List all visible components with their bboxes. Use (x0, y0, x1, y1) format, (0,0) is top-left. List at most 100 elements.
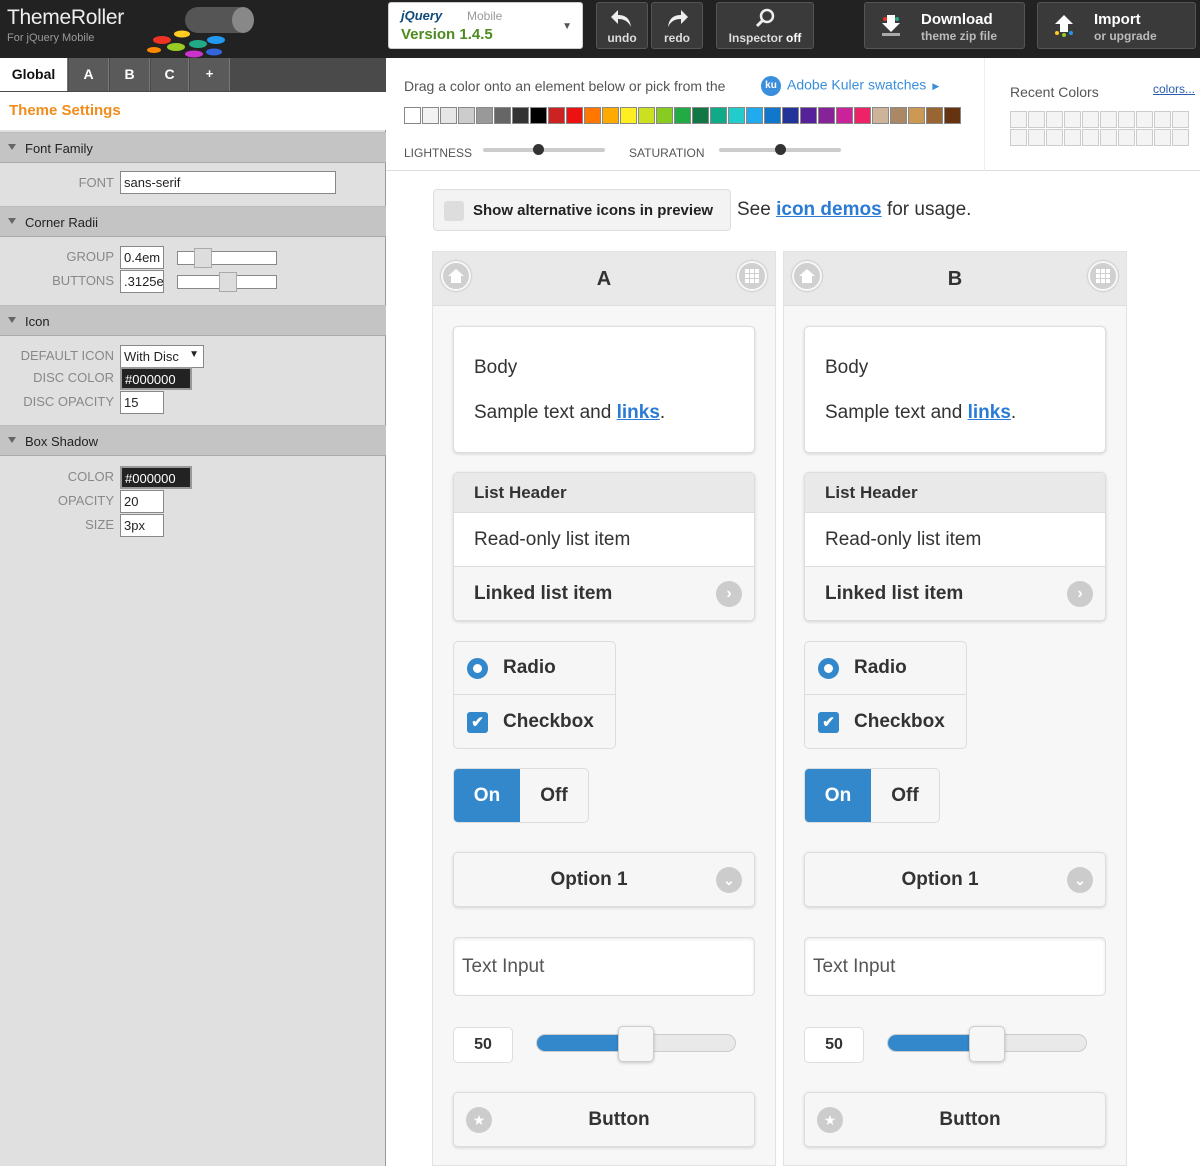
color-swatch[interactable] (908, 107, 925, 124)
recent-color-slot[interactable] (1118, 129, 1135, 146)
color-swatch[interactable] (674, 107, 691, 124)
download-button[interactable]: Download theme zip file (864, 2, 1025, 49)
color-swatch[interactable] (656, 107, 673, 124)
color-swatch[interactable] (458, 107, 475, 124)
color-swatch[interactable] (764, 107, 781, 124)
group-slider[interactable] (177, 248, 277, 268)
color-swatch[interactable] (584, 107, 601, 124)
slider-handle[interactable] (194, 248, 212, 268)
tab-c[interactable]: C (151, 58, 189, 91)
flip-on[interactable]: On (805, 769, 871, 822)
app-logo[interactable]: ThemeRoller For jQuery Mobile (7, 6, 124, 44)
alt-icons-checkbox[interactable] (444, 201, 464, 221)
version-select[interactable]: jQuery Mobile Version 1.4.5 ▼ (388, 2, 583, 49)
radio-selected-icon[interactable] (818, 658, 839, 679)
section-corner-radii[interactable]: Corner Radii (0, 206, 386, 237)
grid-icon[interactable] (737, 261, 767, 291)
radio-selected-icon[interactable] (467, 658, 488, 679)
text-input[interactable]: Text Input (453, 937, 755, 996)
color-swatch[interactable] (836, 107, 853, 124)
color-swatch[interactable] (638, 107, 655, 124)
preview-button[interactable]: ★ Button (453, 1092, 755, 1147)
recent-color-slot[interactable] (1154, 111, 1171, 128)
slider-handle[interactable] (618, 1026, 654, 1062)
checkbox-option[interactable]: ✔ Checkbox (805, 696, 966, 749)
color-swatch[interactable] (422, 107, 439, 124)
buttons-input[interactable]: .3125em (120, 270, 164, 293)
slider-value-input[interactable]: 50 (453, 1027, 513, 1063)
radio-option[interactable]: Radio (454, 642, 615, 695)
shadow-opacity-input[interactable]: 20 (120, 490, 164, 513)
color-swatch[interactable] (548, 107, 565, 124)
recent-color-slot[interactable] (1172, 129, 1189, 146)
links-link[interactable]: links (968, 402, 1011, 423)
lightness-slider[interactable] (483, 148, 605, 152)
color-swatch[interactable] (566, 107, 583, 124)
flip-off[interactable]: Off (871, 769, 939, 822)
section-box-shadow[interactable]: Box Shadow (0, 425, 386, 456)
recent-color-slot[interactable] (1046, 111, 1063, 128)
checkbox-option[interactable]: ✔ Checkbox (454, 696, 615, 749)
flip-on[interactable]: On (454, 769, 520, 822)
tab-b[interactable]: B (110, 58, 150, 91)
recent-color-slot[interactable] (1154, 129, 1171, 146)
radio-option[interactable]: Radio (805, 642, 966, 695)
color-swatch[interactable] (494, 107, 511, 124)
color-swatch[interactable] (620, 107, 637, 124)
recent-color-slot[interactable] (1082, 111, 1099, 128)
section-icon[interactable]: Icon (0, 305, 386, 336)
range-slider[interactable] (536, 1026, 736, 1062)
recent-color-slot[interactable] (1100, 111, 1117, 128)
recent-color-slot[interactable] (1046, 129, 1063, 146)
slider-value-input[interactable]: 50 (804, 1027, 864, 1063)
range-slider[interactable] (887, 1026, 1087, 1062)
links-link[interactable]: links (617, 402, 660, 423)
lightness-knob[interactable] (533, 144, 544, 155)
color-swatch[interactable] (710, 107, 727, 124)
buttons-slider[interactable] (177, 272, 277, 292)
font-input[interactable]: sans-serif (120, 171, 336, 194)
slider-handle[interactable] (969, 1026, 1005, 1062)
recent-color-slot[interactable] (1082, 129, 1099, 146)
linked-list-item[interactable]: Linked list item › (454, 567, 754, 620)
recent-color-slot[interactable] (1136, 129, 1153, 146)
section-font-family[interactable]: Font Family (0, 132, 386, 163)
redo-button[interactable]: redo (651, 2, 703, 49)
color-swatch[interactable] (782, 107, 799, 124)
shadow-size-input[interactable]: 3px (120, 514, 164, 537)
color-swatch[interactable] (440, 107, 457, 124)
disc-color-input[interactable]: #000000 (120, 367, 192, 390)
saturation-knob[interactable] (775, 144, 786, 155)
tab-global[interactable]: Global (0, 58, 68, 91)
recent-color-slot[interactable] (1010, 111, 1027, 128)
recent-color-slot[interactable] (1100, 129, 1117, 146)
tab-add[interactable]: + (190, 58, 230, 91)
recent-color-slot[interactable] (1118, 111, 1135, 128)
color-swatch[interactable] (944, 107, 961, 124)
color-swatch[interactable] (530, 107, 547, 124)
default-icon-select[interactable]: With Disc ▼ (120, 345, 204, 368)
color-swatch[interactable] (602, 107, 619, 124)
color-swatch[interactable] (818, 107, 835, 124)
flip-switch[interactable]: On Off (453, 768, 589, 823)
import-button[interactable]: Import or upgrade (1037, 2, 1196, 49)
recent-color-slot[interactable] (1028, 129, 1045, 146)
recent-color-slot[interactable] (1028, 111, 1045, 128)
linked-list-item[interactable]: Linked list item › (805, 567, 1105, 620)
option-select[interactable]: Option 1 ⌄ (804, 852, 1106, 907)
option-select[interactable]: Option 1 ⌄ (453, 852, 755, 907)
color-swatch[interactable] (872, 107, 889, 124)
tab-a[interactable]: A (69, 58, 109, 91)
recent-color-slot[interactable] (1064, 129, 1081, 146)
alt-icons-toggle[interactable]: Show alternative icons in preview (433, 189, 731, 231)
color-swatch[interactable] (854, 107, 871, 124)
color-swatch[interactable] (926, 107, 943, 124)
preview-button[interactable]: ★ Button (804, 1092, 1106, 1147)
color-swatch[interactable] (404, 107, 421, 124)
colors-link[interactable]: colors... (1153, 82, 1195, 96)
checkbox-checked-icon[interactable]: ✔ (818, 712, 839, 733)
color-swatch[interactable] (728, 107, 745, 124)
disc-opacity-input[interactable]: 15 (120, 391, 164, 414)
color-swatch[interactable] (800, 107, 817, 124)
checkbox-checked-icon[interactable]: ✔ (467, 712, 488, 733)
